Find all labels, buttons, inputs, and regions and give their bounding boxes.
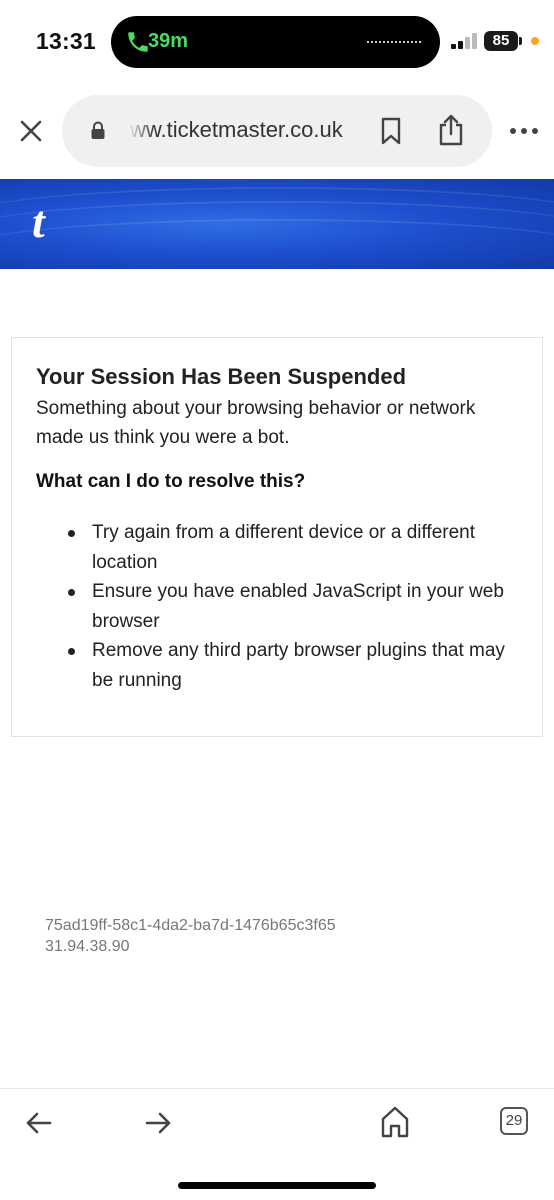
lock-icon <box>91 121 105 139</box>
bullet <box>68 589 75 596</box>
list-item: Remove any third party browser plugins t… <box>36 636 526 695</box>
ip-address: 31.94.38.90 <box>45 938 130 955</box>
url-fade <box>128 113 154 149</box>
privacy-indicator-dot <box>531 37 539 45</box>
more-icon[interactable] <box>509 120 539 142</box>
bullet <box>68 648 75 655</box>
banner-wave <box>0 219 554 269</box>
list-item-text: Ensure you have enabled JavaScript in yo… <box>92 581 504 632</box>
address-bar[interactable]: ww.ticketmaster.co.uk <box>62 95 492 167</box>
card-subheading: What can I do to resolve this? <box>36 471 306 492</box>
ticketmaster-banner: t <box>0 179 554 269</box>
home-icon[interactable] <box>380 1105 410 1139</box>
cellular-signal-icon <box>451 33 477 49</box>
status-time: 13:31 <box>36 28 96 54</box>
tabs-button[interactable]: 29 <box>500 1107 528 1135</box>
list-item: Ensure you have enabled JavaScript in yo… <box>36 577 526 636</box>
session-suspended-card: Your Session Has Been Suspended Somethin… <box>11 337 543 737</box>
call-duration: 39m <box>148 30 189 52</box>
list-item-text: Try again from a different device or a d… <box>92 522 476 573</box>
ticketmaster-logo[interactable]: t <box>32 195 45 248</box>
battery-icon: 85 <box>484 31 518 51</box>
dynamic-island[interactable]: 39m <box>111 16 440 68</box>
url-text[interactable]: ww.ticketmaster.co.uk <box>130 117 360 143</box>
battery-tip <box>519 37 522 45</box>
back-arrow-icon[interactable] <box>24 1109 54 1137</box>
bottom-toolbar: 29 <box>0 1088 554 1200</box>
list-item: Try again from a different device or a d… <box>36 518 526 577</box>
card-description: Something about your browsing behavior o… <box>36 398 476 448</box>
list-item-text: Remove any third party browser plugins t… <box>92 640 505 691</box>
home-indicator[interactable] <box>178 1182 376 1189</box>
reference-id: 75ad19ff-58c1-4da2-ba7d-1476b65c3f65 <box>45 917 336 934</box>
bookmark-icon[interactable] <box>380 117 402 145</box>
close-icon[interactable] <box>18 118 44 144</box>
status-bar: 13:31 39m 85 <box>0 0 554 84</box>
card-title: Your Session Has Been Suspended <box>36 364 407 389</box>
resolution-list: Try again from a different device or a d… <box>36 518 526 695</box>
bullet <box>68 530 75 537</box>
audio-waveform-icon <box>367 41 421 43</box>
forward-arrow-icon[interactable] <box>143 1109 173 1137</box>
share-icon[interactable] <box>438 113 464 147</box>
